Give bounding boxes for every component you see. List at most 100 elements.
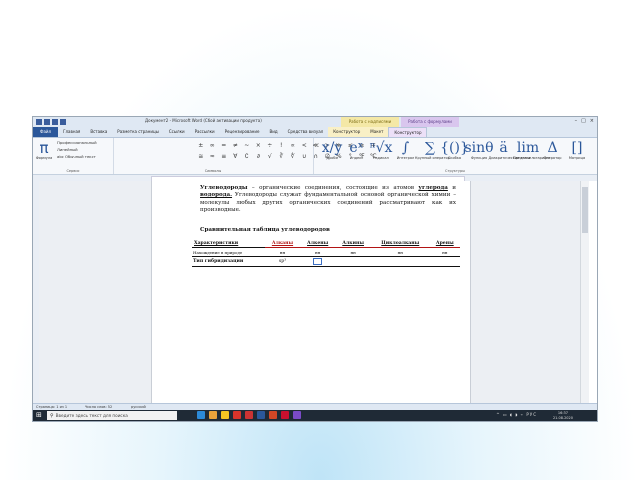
- app2-icon[interactable]: [293, 411, 301, 419]
- close-button[interactable]: ×: [590, 118, 594, 124]
- search-icon: ⚲: [50, 412, 54, 419]
- symbol-button[interactable]: ~: [241, 140, 253, 151]
- window-controls: – □ ×: [575, 118, 594, 124]
- comparison-table[interactable]: Характеристики Алканы Алкены Алкины Цикл…: [192, 239, 460, 267]
- save-icon[interactable]: [44, 119, 50, 125]
- table-cell[interactable]: [429, 256, 460, 267]
- structure-glyph-icon: []: [571, 140, 583, 156]
- app-icon[interactable]: [245, 411, 253, 419]
- professional-button[interactable]: Профессиональный: [57, 140, 97, 145]
- table-header-row: Характеристики Алканы Алкены Алкины Цикл…: [192, 239, 460, 248]
- tab-insert[interactable]: Вставка: [85, 127, 112, 137]
- linear-button[interactable]: Линейный: [57, 147, 78, 152]
- tab-mailings[interactable]: Рассылки: [190, 127, 220, 137]
- symbol-button[interactable]: ∂: [253, 151, 265, 162]
- symbol-button[interactable]: ∞: [207, 140, 219, 151]
- adobe-icon[interactable]: [281, 411, 289, 419]
- powerpoint-icon[interactable]: [269, 411, 277, 419]
- table-cell[interactable]: нн: [371, 247, 430, 257]
- status-page[interactable]: Страница: 1 из 1: [36, 405, 67, 409]
- tab-review[interactable]: Рецензирование: [220, 127, 265, 137]
- formula-button-label[interactable]: Формула: [33, 156, 55, 160]
- scrollbar-thumb[interactable]: [582, 187, 588, 233]
- pi-icon[interactable]: π: [36, 141, 52, 156]
- tab-home[interactable]: Главная: [58, 127, 85, 137]
- windows-start-icon[interactable]: ⊞: [36, 412, 43, 419]
- maximize-button[interactable]: □: [581, 118, 586, 124]
- symbol-button[interactable]: ∁: [241, 151, 253, 162]
- table-title: Сравнительная таблица углеводородов: [200, 227, 330, 233]
- group-structures: x/y Дробь eˣ Индекс ⁿ√x Радикал ∫ Интеграл ∑ Круп…: [313, 138, 597, 174]
- table-cell[interactable]: нн: [264, 247, 301, 257]
- group-label-structures: Структуры: [445, 169, 465, 173]
- symbol-button[interactable]: ×: [253, 140, 265, 151]
- tab-references[interactable]: Ссылки: [164, 127, 190, 137]
- symbol-button[interactable]: ≅: [195, 151, 207, 162]
- edge-icon[interactable]: [197, 411, 205, 419]
- document-area: Углеводороды – органические соединения, …: [39, 181, 589, 403]
- equation-cell[interactable]: [300, 256, 336, 267]
- normal-text-button[interactable]: abc Обычный текст: [57, 154, 96, 159]
- symbol-button[interactable]: ∀: [230, 151, 242, 162]
- symbol-button[interactable]: ±: [195, 140, 207, 151]
- symbol-button[interactable]: ∛: [276, 151, 288, 162]
- table-cell[interactable]: [371, 256, 430, 267]
- symbol-button[interactable]: ∝: [287, 140, 299, 151]
- tab-view[interactable]: Вид: [264, 127, 282, 137]
- title-bar: Документ2 - Microsoft Word (Сбой активац…: [33, 117, 597, 127]
- tab-format[interactable]: Конструктор: [328, 127, 366, 137]
- taskbar: ⊞ ⚲ Введите здесь текст для поиска ^ ▭ ◖…: [33, 410, 597, 421]
- minimize-button[interactable]: –: [575, 118, 578, 124]
- undo-icon[interactable]: [52, 119, 58, 125]
- taskbar-search[interactable]: ⚲ Введите здесь текст для поиска: [47, 411, 177, 420]
- header-alkenes: Алкены: [307, 240, 329, 246]
- symbol-button[interactable]: ∪: [299, 151, 311, 162]
- word-window: Документ2 - Microsoft Word (Сбой активац…: [32, 116, 598, 422]
- symbol-button[interactable]: √: [264, 151, 276, 162]
- symbol-button[interactable]: !: [276, 140, 288, 151]
- yandex-icon[interactable]: [233, 411, 241, 419]
- header-characteristics: Характеристики: [194, 240, 239, 246]
- para-text-1: – органические соединения, состоящие из …: [247, 185, 419, 191]
- symbol-button[interactable]: ≠: [230, 140, 242, 151]
- explorer-icon[interactable]: [221, 411, 229, 419]
- symbol-button[interactable]: <: [299, 140, 311, 151]
- table-cell[interactable]: нн: [300, 247, 336, 257]
- symbol-button[interactable]: =: [218, 140, 230, 151]
- header-alkynes: Алкины: [342, 240, 364, 246]
- symbol-button[interactable]: ÷: [264, 140, 276, 151]
- system-tray-icons[interactable]: ^ ▭ ◖ ◗ ⌁ РУС: [496, 412, 537, 417]
- redo-icon[interactable]: [60, 119, 66, 125]
- intro-paragraph[interactable]: Углеводороды – органические соединения, …: [200, 185, 456, 214]
- table-cell[interactable]: [335, 256, 372, 267]
- header-arenes: Арены: [435, 240, 454, 246]
- clock[interactable]: 16:37 21.08.2020: [553, 411, 573, 420]
- tab-file[interactable]: Файл: [33, 127, 59, 137]
- tab-layout[interactable]: Макет: [365, 127, 389, 137]
- symbol-button[interactable]: ∜: [287, 151, 299, 162]
- table-cell[interactable]: Тип гибридизации: [192, 256, 265, 267]
- table-cell[interactable]: sp³: [264, 256, 301, 267]
- para-text-2: и: [447, 185, 456, 191]
- word-icon[interactable]: [257, 411, 265, 419]
- structure-button[interactable]: [] Матрица: [562, 140, 592, 160]
- symbol-button[interactable]: ≈: [207, 151, 219, 162]
- equation-placeholder[interactable]: [313, 258, 323, 265]
- chrome-icon[interactable]: [209, 411, 217, 419]
- tab-equation-design[interactable]: Конструктор: [388, 127, 428, 137]
- term-hydrogen: водорода.: [200, 192, 233, 199]
- table-cell[interactable]: нн: [335, 247, 372, 257]
- table-cell[interactable]: нн: [429, 247, 460, 257]
- tab-visual-tools[interactable]: Средства визуал: [283, 127, 329, 137]
- tab-page-layout[interactable]: Разметка страницы: [112, 127, 164, 137]
- status-words[interactable]: Число слов: 52: [85, 405, 112, 409]
- search-placeholder: Введите здесь текст для поиска: [55, 413, 128, 418]
- ribbon-tabs: Файл Главная Вставка Разметка страницы С…: [33, 127, 597, 138]
- document-page[interactable]: Углеводороды – органические соединения, …: [151, 181, 471, 403]
- status-language[interactable]: русский: [131, 405, 146, 409]
- clock-date: 21.08.2020: [552, 415, 573, 420]
- vertical-scrollbar[interactable]: [580, 181, 589, 403]
- table-cell[interactable]: Нахождение в природе: [192, 247, 265, 257]
- symbol-button[interactable]: ≡: [218, 151, 230, 162]
- ribbon: π Формула Профессиональный Линейный abc …: [33, 138, 597, 175]
